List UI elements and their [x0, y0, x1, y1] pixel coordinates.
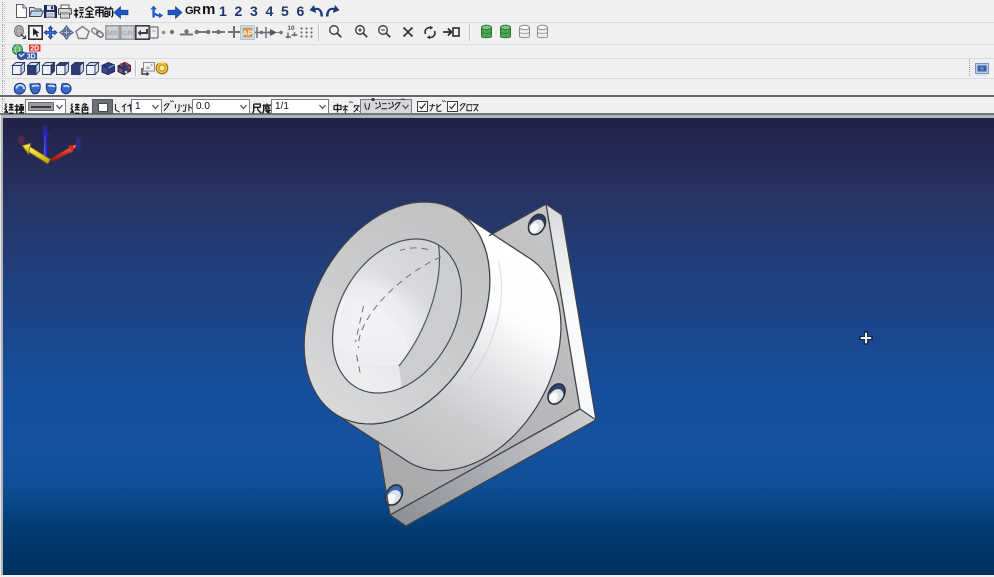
svg-text:AP: AP [242, 29, 252, 38]
svg-text:GR: GR [122, 31, 133, 38]
svg-text:MR: MR [107, 31, 118, 38]
svg-text:3D: 3D [27, 54, 36, 60]
svg-text:10: 10 [287, 25, 295, 32]
svg-text:2D: 2D [30, 46, 39, 53]
